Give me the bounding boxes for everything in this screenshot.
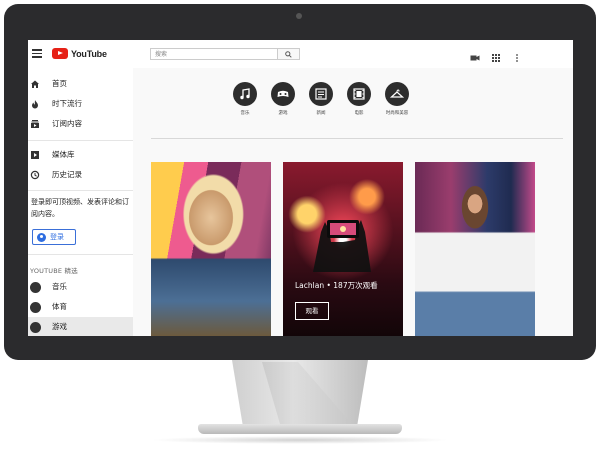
sidebar-item-label: 体育 bbox=[52, 302, 67, 311]
floor-shadow bbox=[150, 436, 450, 444]
video-caption: Lachlan • 187万次观看 bbox=[295, 281, 378, 290]
home-icon bbox=[31, 80, 39, 88]
signin-button-label: 登录 bbox=[50, 233, 64, 241]
sidebar-item-subscriptions[interactable]: 订阅内容 bbox=[28, 114, 133, 134]
sidebar-item-music[interactable]: 音乐 bbox=[28, 277, 133, 297]
history-icon bbox=[30, 170, 40, 180]
sidebar-item-label: 音乐 bbox=[52, 282, 67, 291]
category-label: 电影 bbox=[354, 111, 364, 116]
sidebar-item-trending[interactable]: 时下流行 bbox=[28, 94, 133, 114]
subscriptions-icon bbox=[31, 120, 39, 128]
main-content: 音乐 游戏 新闻 电影 时尚和美容 Lachlan • 187万次观看 观看 bbox=[133, 68, 573, 336]
category-gaming[interactable]: 游戏 bbox=[263, 82, 303, 116]
video-card-featured[interactable]: Lachlan • 187万次观看 观看 bbox=[283, 162, 403, 336]
sidebar-item-label: 首页 bbox=[52, 79, 67, 88]
video-thumbnail bbox=[151, 162, 271, 336]
hanger-icon bbox=[385, 82, 409, 106]
youtube-logo[interactable]: YouTube bbox=[52, 48, 107, 59]
category-news[interactable]: 新闻 bbox=[301, 82, 341, 116]
category-music[interactable]: 音乐 bbox=[225, 82, 265, 116]
sports-icon bbox=[30, 302, 41, 313]
play-logo-icon bbox=[52, 48, 68, 59]
category-label: 音乐 bbox=[240, 111, 250, 116]
signin-prompt: 登录即可顶视频、发表评论和订阅内容。 bbox=[31, 198, 129, 218]
search-input[interactable]: 搜索 bbox=[150, 48, 278, 60]
news-icon bbox=[309, 82, 333, 106]
category-movies[interactable]: 电影 bbox=[339, 82, 379, 116]
video-card[interactable] bbox=[415, 162, 535, 336]
sidebar-item-label: 时下流行 bbox=[52, 99, 82, 108]
sidebar-divider bbox=[28, 254, 133, 255]
category-label: 游戏 bbox=[278, 111, 288, 116]
monitor-mockup: YouTube 搜索 首页 时下流行 订阅内容 媒体库 历史记录 登录即可顶视频… bbox=[0, 0, 600, 450]
account-icon bbox=[37, 232, 46, 242]
category-label: 新闻 bbox=[316, 111, 326, 116]
sidebar-item-label: 订阅内容 bbox=[52, 119, 82, 128]
sidebar-item-label: 媒体库 bbox=[52, 150, 75, 159]
library-icon bbox=[31, 151, 39, 159]
sidebar-divider bbox=[28, 190, 133, 191]
top-bar: YouTube 搜索 bbox=[28, 40, 573, 68]
monitor-screen: YouTube 搜索 首页 时下流行 订阅内容 媒体库 历史记录 登录即可顶视频… bbox=[28, 40, 573, 336]
search-button[interactable] bbox=[278, 48, 300, 60]
monitor-base bbox=[198, 424, 402, 434]
category-label: 时尚和美容 bbox=[385, 111, 409, 116]
section-title: YOUTUBE 精选 bbox=[30, 267, 78, 275]
sidebar-item-label: 历史记录 bbox=[52, 170, 82, 179]
apps-grid-icon[interactable] bbox=[491, 48, 501, 62]
sidebar-divider bbox=[28, 140, 133, 141]
music-icon bbox=[30, 282, 41, 293]
sidebar-item-home[interactable]: 首页 bbox=[28, 74, 133, 94]
sidebar-item-gaming[interactable]: 游戏 bbox=[28, 317, 133, 336]
logo-text: YouTube bbox=[71, 48, 107, 59]
film-icon bbox=[347, 82, 371, 106]
webcam-icon bbox=[296, 13, 302, 19]
camera-upload-icon[interactable] bbox=[470, 48, 480, 61]
section-divider bbox=[151, 138, 563, 139]
gaming-icon bbox=[30, 322, 41, 333]
phone-silhouette bbox=[313, 220, 371, 272]
category-fashion[interactable]: 时尚和美容 bbox=[377, 82, 417, 116]
sidebar-item-label: 游戏 bbox=[52, 322, 67, 331]
music-note-icon bbox=[233, 82, 257, 106]
search-icon bbox=[285, 51, 292, 58]
flame-icon bbox=[32, 100, 38, 109]
watch-button[interactable]: 观看 bbox=[295, 302, 329, 320]
more-vert-icon[interactable] bbox=[512, 48, 522, 62]
sidebar: 首页 时下流行 订阅内容 媒体库 历史记录 登录即可顶视频、发表评论和订阅内容。 bbox=[28, 68, 133, 336]
signin-button[interactable]: 登录 bbox=[32, 229, 76, 245]
video-card[interactable] bbox=[151, 162, 271, 336]
sidebar-item-library[interactable]: 媒体库 bbox=[28, 145, 133, 165]
menu-icon[interactable] bbox=[32, 49, 42, 58]
gamepad-icon bbox=[271, 82, 295, 106]
video-thumbnail bbox=[415, 162, 535, 336]
sidebar-item-history[interactable]: 历史记录 bbox=[28, 165, 133, 185]
sidebar-item-sports[interactable]: 体育 bbox=[28, 297, 133, 317]
